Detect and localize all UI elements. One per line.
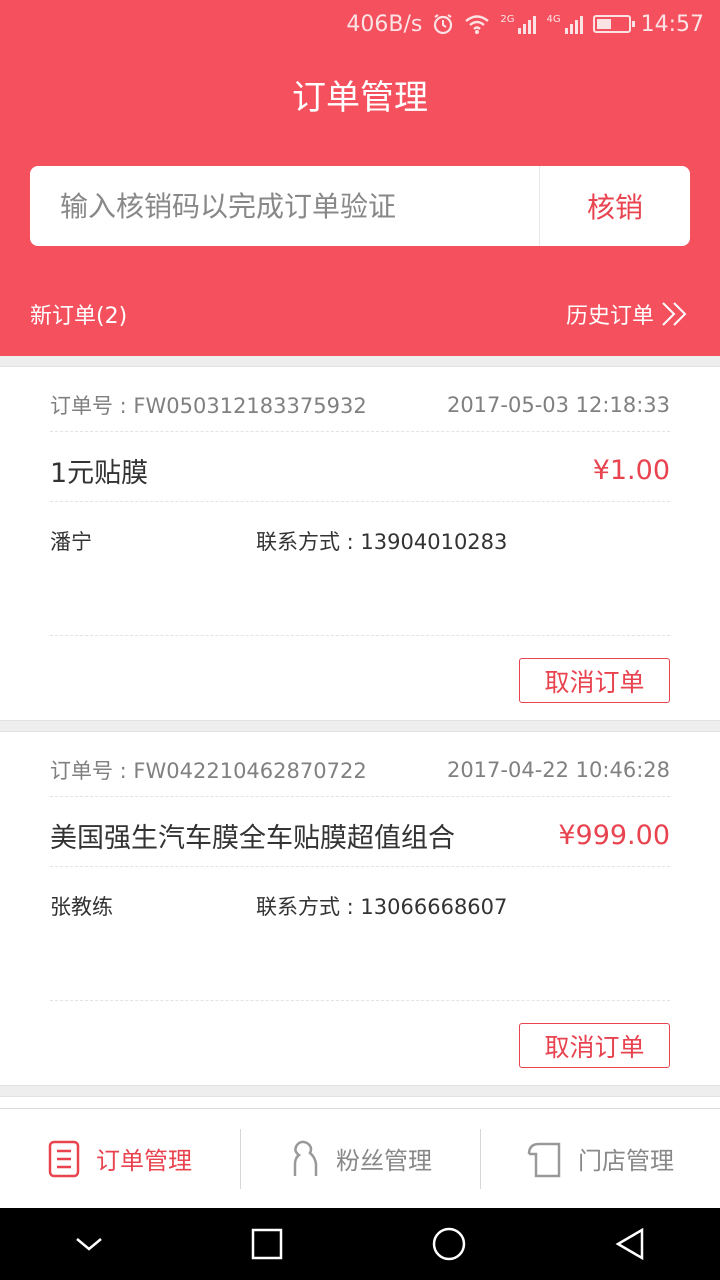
chevron-down-icon[interactable] xyxy=(74,1234,104,1254)
divider xyxy=(50,866,670,867)
divider xyxy=(50,635,670,636)
customer-contact: 联系方式 : 13066668607 xyxy=(256,895,508,919)
customer-name: 潘宁 xyxy=(50,530,92,554)
order-list-icon xyxy=(48,1140,80,1177)
system-nav-bar xyxy=(0,1208,720,1280)
divider xyxy=(50,501,670,502)
order-price: ¥1.00 xyxy=(592,454,670,486)
order-date: 2017-04-22 10:46:28 xyxy=(446,758,670,782)
nav-label: 订单管理 xyxy=(96,1147,192,1175)
back-triangle-icon[interactable] xyxy=(614,1227,646,1261)
bottom-nav: 订单管理 粉丝管理 门店管理 xyxy=(0,1108,720,1208)
home-circle-icon[interactable] xyxy=(431,1226,467,1262)
order-number: 订单号 : FW050312183375932 xyxy=(50,394,367,418)
battery-icon xyxy=(592,15,635,33)
clock: 14:57 xyxy=(640,11,704,37)
fans-icon xyxy=(293,1140,318,1176)
divider xyxy=(50,431,670,432)
signal-2g-icon: 2G xyxy=(500,14,537,34)
nav-label: 门店管理 xyxy=(578,1147,674,1175)
verify-button[interactable]: 核销 xyxy=(539,166,690,246)
store-icon xyxy=(527,1142,561,1177)
cancel-order-button[interactable]: 取消订单 xyxy=(519,1023,670,1068)
order-price: ¥999.00 xyxy=(558,819,670,851)
order-number: 订单号 : FW042210462870722 xyxy=(50,759,367,783)
order-card: 订单号 : FW042210462870722 2017-04-22 10:46… xyxy=(0,731,720,1086)
order-tabs: 新订单(2) 历史订单 xyxy=(30,298,690,330)
app-header: 406B/s 2G 4G 14:57 订单管理 核销 新订单(2) 历 xyxy=(0,0,720,356)
alarm-icon xyxy=(434,14,453,35)
customer-name: 张教练 xyxy=(50,895,113,919)
network-speed: 406B/s xyxy=(346,11,423,37)
page-title: 订单管理 xyxy=(292,78,428,118)
order-date: 2017-05-03 12:18:33 xyxy=(446,393,670,417)
divider xyxy=(50,1000,670,1001)
product-name: 美国强生汽车膜全车贴膜超值组合 xyxy=(50,822,455,854)
tab-new-orders[interactable]: 新订单(2) xyxy=(30,298,127,330)
cancel-order-button[interactable]: 取消订单 xyxy=(519,658,670,703)
status-bar: 406B/s 2G 4G 14:57 xyxy=(0,0,720,48)
verify-search-bar: 核销 xyxy=(30,166,690,246)
nav-order-management[interactable]: 订单管理 xyxy=(0,1109,240,1208)
nav-fans-management[interactable]: 粉丝管理 xyxy=(240,1109,480,1208)
order-card: 订单号 : FW050312183375932 2017-05-03 12:18… xyxy=(0,366,720,721)
nav-store-management[interactable]: 门店管理 xyxy=(480,1109,720,1208)
history-orders-link[interactable]: 历史订单 xyxy=(566,298,690,330)
verify-code-input[interactable] xyxy=(30,166,539,246)
nav-label: 粉丝管理 xyxy=(336,1147,432,1175)
history-orders-label: 历史订单 xyxy=(565,304,654,329)
double-chevron-right-icon xyxy=(662,302,687,326)
signal-4g-icon: 4G xyxy=(546,14,583,34)
recents-square-icon[interactable] xyxy=(251,1228,283,1260)
divider xyxy=(50,796,670,797)
customer-contact: 联系方式 : 13904010283 xyxy=(256,530,508,554)
wifi-icon xyxy=(465,15,490,34)
product-name: 1元贴膜 xyxy=(50,457,149,489)
